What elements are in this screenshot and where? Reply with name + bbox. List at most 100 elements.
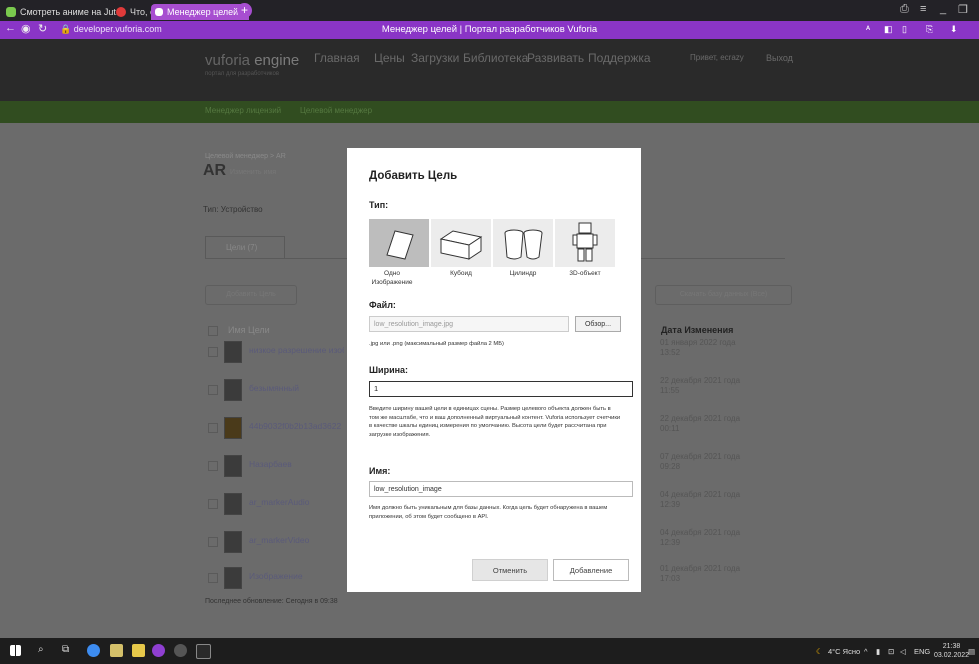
type-cuboid-label: Кубоид <box>450 270 472 277</box>
windows-start-icon[interactable] <box>10 645 21 656</box>
app-icon[interactable] <box>174 644 187 657</box>
notifications-icon[interactable]: ▤ <box>968 647 975 656</box>
file-input[interactable]: low_resolution_image.jpg <box>369 316 569 332</box>
nav-support[interactable]: Поддержка <box>588 51 651 65</box>
nav-home[interactable]: Главная <box>314 51 360 65</box>
battery-icon[interactable]: ▮ <box>876 647 880 656</box>
new-tab-button[interactable]: + <box>237 3 252 18</box>
select-all-checkbox[interactable] <box>208 326 218 336</box>
vuforia-logo[interactable]: vuforia engine <box>205 52 299 69</box>
name-input[interactable]: low_resolution_image <box>369 481 633 497</box>
logo-subtitle: портал для разработчиков <box>205 71 280 77</box>
browser-tab-bar: Смотреть аниме на Jut.su Что, если...? /… <box>0 0 979 21</box>
address-bar: ← ◉ ↻ 🔒 developer.vuforia.com Менеджер ц… <box>0 21 979 39</box>
breadcrumb[interactable]: Целевой менеджер > AR <box>205 153 286 160</box>
column-header-date[interactable]: Дата Изменения <box>661 325 733 335</box>
search-icon[interactable]: ⌕ <box>38 644 44 655</box>
tray-chevron-icon[interactable]: ^ <box>864 647 868 656</box>
subnav-target-manager[interactable]: Целевой менеджер <box>300 106 372 115</box>
width-input[interactable]: 1 <box>369 381 633 397</box>
cancel-button[interactable]: Отменить <box>472 559 548 581</box>
weather-icon[interactable]: ☾ <box>816 647 823 656</box>
menu-icon[interactable]: ≡ <box>920 3 926 15</box>
row-checkbox[interactable] <box>208 499 218 509</box>
bookmarks-icon[interactable]: ⎙ <box>900 3 909 16</box>
type-single-image-option[interactable] <box>369 219 429 267</box>
type-3d-object-option[interactable] <box>555 219 615 267</box>
name-hint: Имя должно быть уникальным для базы данн… <box>369 505 608 520</box>
files-icon[interactable] <box>132 644 145 657</box>
browse-button[interactable]: Обзор... <box>575 316 621 332</box>
file-hint: .jpg или .png (максимальный размер файла… <box>369 341 504 347</box>
translate-icon[interactable]: ᴬ <box>866 24 870 34</box>
target-date: 04 декабря 2021 года 12:39 <box>660 490 741 509</box>
target-date: 22 декабря 2021 года 11:55 <box>660 376 741 395</box>
add-button[interactable]: Добавление <box>553 559 629 581</box>
volume-icon[interactable]: ◁ <box>900 647 906 656</box>
clock-time: 21:38 <box>942 643 961 650</box>
download-icon[interactable]: ⬇ <box>950 24 958 35</box>
yandex-browser-icon[interactable] <box>152 644 165 657</box>
nav-downloads[interactable]: Загрузки <box>411 51 459 65</box>
language-indicator[interactable]: ENG <box>914 647 930 656</box>
sub-navigation: Менеджер лицензий Целевой менеджер <box>0 101 979 123</box>
row-checkbox[interactable] <box>208 537 218 547</box>
database-title: AR <box>203 162 227 179</box>
target-name[interactable]: 44b9032f0b2b13ad3622 <box>249 421 344 431</box>
file-label: Файл: <box>369 300 396 310</box>
target-thumbnail <box>224 455 242 477</box>
minimize-icon[interactable]: _ <box>940 3 946 15</box>
reader-icon[interactable]: ▯ <box>902 24 907 35</box>
opera-icon[interactable] <box>87 644 100 657</box>
download-database-button[interactable]: Скачать базу данных (Все) <box>655 285 792 305</box>
nav-pricing[interactable]: Цены <box>374 51 405 65</box>
rename-link[interactable]: Изменить имя <box>230 169 276 176</box>
type-cuboid-option[interactable] <box>431 219 491 267</box>
last-update-text: Последнее обновление: Сегодня в 09:38 <box>205 598 338 605</box>
restore-icon[interactable]: ❐ <box>958 3 968 16</box>
windows-taskbar: ⌕ ⧉ ☾ 4°C Ясно ^ ▮ ⊡ ◁ ENG 21:38 03.02.2… <box>0 638 979 664</box>
browser-tab-jutsu[interactable]: Смотреть аниме на Jut.su <box>2 4 125 20</box>
target-thumbnail <box>224 417 242 439</box>
user-greeting[interactable]: Привет, ecrazy <box>690 53 744 62</box>
task-view-icon[interactable]: ⧉ <box>62 644 69 655</box>
row-checkbox[interactable] <box>208 573 218 583</box>
nav-library[interactable]: Библиотека <box>463 51 528 65</box>
subnav-license-manager[interactable]: Менеджер лицензий <box>205 106 281 115</box>
type-3d-object-label: 3D-объект <box>569 270 601 277</box>
logo-text: vuforia <box>205 52 251 69</box>
target-name[interactable]: безымянный <box>249 383 344 393</box>
target-name[interactable]: ar_markerAudio <box>249 497 344 507</box>
nav-develop[interactable]: Развивать <box>527 51 584 65</box>
target-date: 01 декабря 2021 года 17:03 <box>660 564 741 583</box>
row-checkbox[interactable] <box>208 461 218 471</box>
add-target-button[interactable]: Добавить Цель <box>205 285 297 305</box>
share-icon[interactable]: ⎘ <box>926 24 933 35</box>
unity-icon[interactable] <box>196 644 211 659</box>
target-name[interactable]: Изображение <box>249 571 344 581</box>
target-name[interactable]: Назарбаев <box>249 459 344 469</box>
extension-icon[interactable]: ◧ <box>884 24 893 35</box>
clock[interactable]: 21:38 03.02.2022 <box>934 642 969 660</box>
browser-tab-vuforia[interactable]: Менеджер целей | Пор × <box>151 4 249 20</box>
column-header-name[interactable]: Имя Цели <box>228 325 270 335</box>
vuforia-favicon-icon <box>155 8 163 16</box>
weather-text[interactable]: 4°C Ясно <box>828 647 860 656</box>
tab-targets[interactable]: Цели (7) <box>205 236 285 258</box>
target-name[interactable]: низкое разрешение изобр <box>249 345 344 355</box>
row-checkbox[interactable] <box>208 423 218 433</box>
type-single-image-label: Одно Изображение <box>371 270 413 286</box>
logout-link[interactable]: Выход <box>766 53 793 63</box>
site-header: vuforia engine портал для разработчиков … <box>0 39 979 101</box>
row-checkbox[interactable] <box>208 347 218 357</box>
network-icon[interactable]: ⊡ <box>888 647 894 656</box>
target-date: 22 декабря 2021 года 00:11 <box>660 414 741 433</box>
type-cylinder-option[interactable] <box>493 219 553 267</box>
name-label: Имя: <box>369 466 391 476</box>
target-date: 07 декабря 2021 года 09:28 <box>660 452 741 471</box>
row-checkbox[interactable] <box>208 385 218 395</box>
explorer-icon[interactable] <box>110 644 123 657</box>
target-name[interactable]: ar_markerVideo <box>249 535 344 545</box>
width-label: Ширина: <box>369 365 409 375</box>
type-label: Тип: <box>369 200 389 210</box>
